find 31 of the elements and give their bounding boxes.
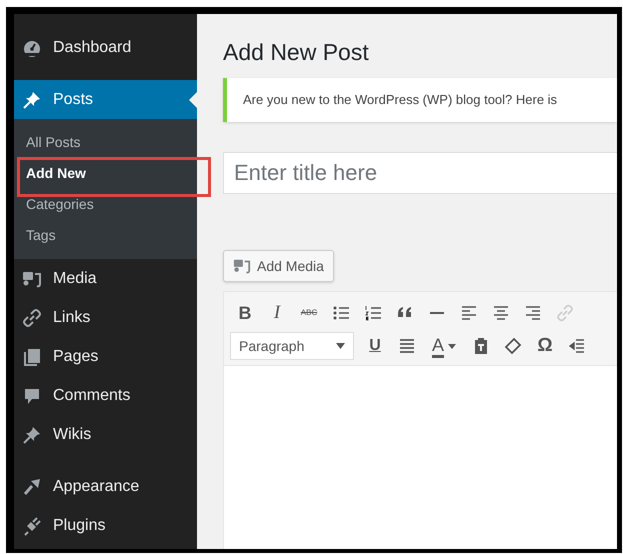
menu-item[interactable]: Media bbox=[14, 259, 197, 298]
text-color-button[interactable]: A bbox=[424, 332, 464, 360]
add-media-button[interactable]: Add Media bbox=[223, 250, 334, 282]
menu-item[interactable]: Dashboard bbox=[14, 28, 197, 67]
link-icon bbox=[22, 308, 42, 328]
menu-item[interactable]: Links bbox=[14, 298, 197, 337]
media-icon bbox=[233, 257, 251, 275]
notice: Are you new to the WordPress (WP) blog tool? Here is bbox=[223, 78, 617, 122]
menu-item[interactable]: Pages bbox=[14, 337, 197, 376]
title-field[interactable]: Enter title here bbox=[223, 152, 617, 194]
menu-item[interactable]: Appearance bbox=[14, 467, 197, 506]
pages-icon bbox=[22, 346, 42, 366]
caret-icon bbox=[448, 344, 456, 348]
bold-button[interactable]: B bbox=[230, 299, 260, 327]
submenu-item[interactable]: Categories bbox=[14, 189, 197, 220]
italic-button[interactable]: I bbox=[262, 299, 292, 327]
pin-icon bbox=[22, 90, 42, 110]
menu-item[interactable]: Wikis bbox=[14, 415, 197, 454]
menu-item[interactable]: Posts bbox=[14, 80, 197, 119]
submenu-item[interactable]: Tags bbox=[14, 220, 197, 251]
underline-button[interactable]: U bbox=[360, 332, 390, 360]
pin-icon bbox=[22, 424, 42, 444]
char-button[interactable]: Ω bbox=[530, 332, 560, 360]
page-title: Add New Post bbox=[223, 38, 370, 67]
submenu-item[interactable]: Add New bbox=[14, 158, 197, 189]
menu-item[interactable]: Plugins bbox=[14, 506, 197, 545]
caret-icon bbox=[336, 343, 345, 349]
submenu-item[interactable]: All Posts bbox=[14, 127, 197, 158]
strike-button[interactable]: ABC bbox=[294, 299, 324, 327]
menu-item[interactable]: Comments bbox=[14, 376, 197, 415]
format-select[interactable]: Paragraph bbox=[230, 332, 354, 360]
